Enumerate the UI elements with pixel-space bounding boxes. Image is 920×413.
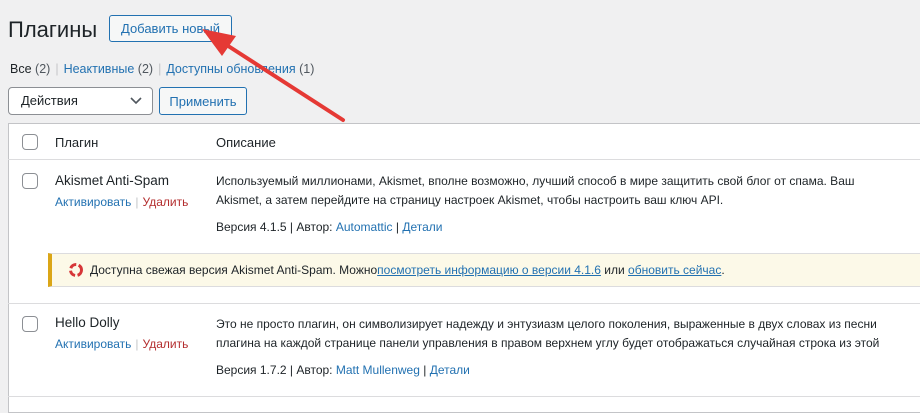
annotation-arrow-icon <box>202 29 345 122</box>
